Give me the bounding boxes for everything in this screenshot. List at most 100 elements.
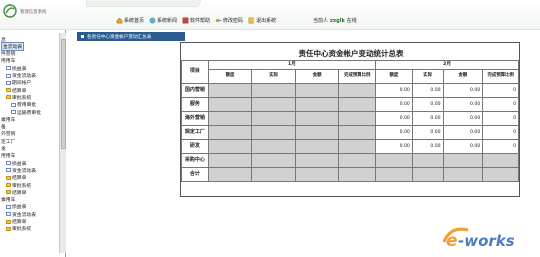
value-cell: 0.00 (442, 83, 484, 98)
redacted-cell (442, 167, 484, 182)
sidebar-item[interactable]: 审批系统 (6, 182, 32, 189)
sidebar-item-label: 资金流动表 (12, 168, 36, 174)
column-header: 金额 (442, 69, 484, 84)
column-header: 金额 (294, 69, 340, 84)
sidebar-item[interactable]: 资金流动表 (6, 167, 36, 174)
sidebar-item[interactable]: 用用车 (1, 153, 15, 159)
table-row: 采购中心 (181, 153, 519, 168)
sidebar-item[interactable]: 审批系统 (6, 94, 31, 101)
sidebar-item[interactable]: 用用车 (1, 58, 15, 64)
sidebar-item-label: 备 (1, 125, 6, 131)
user-prefix: 当前人 (313, 18, 329, 24)
exit-icon (248, 17, 254, 24)
tab-report[interactable]: 各责任中心资金帐户变动汇总表 (77, 32, 185, 41)
page-icon (6, 204, 11, 209)
month-header: 2月 (375, 60, 519, 70)
folder-icon (6, 95, 11, 100)
sidebar-item[interactable]: 损益表 (6, 65, 26, 72)
nav-exit-label: 退出系统 (256, 18, 277, 24)
redacted-cell (251, 167, 296, 182)
value-cell: 0 (482, 139, 519, 154)
redacted-cell (411, 167, 444, 182)
nav-news[interactable]: 系统新闻 (149, 17, 177, 24)
nav-help[interactable]: 软件帮助 (182, 17, 210, 24)
sidebar-item-label: 结算单 (12, 176, 27, 182)
watermark-e: e (446, 231, 458, 251)
sidebar-item[interactable]: 损益表 (6, 160, 26, 167)
table-row: 研发 0.00 0.00 0.00 0 (181, 139, 519, 154)
sidebar-item[interactable]: 备 (1, 124, 6, 130)
sidebar-item[interactable]: 费用审批 (11, 102, 36, 108)
nav-home[interactable]: 系统首页 (116, 17, 144, 24)
watermark-text: -works (458, 232, 515, 250)
sidebar-item[interactable]: 运输费审批 (11, 109, 41, 116)
sidebar-item-label: 资金流动表 (12, 212, 36, 218)
report-table: 项目 1月 2月 额度 实际 金额 完成预算比例 额度 实际 金额 完成预算比例 国内营销 0.00 0.… (181, 60, 519, 182)
redacted-cell (338, 153, 377, 168)
sidebar-item[interactable]: 资金流动表 (6, 211, 36, 218)
page-icon (6, 73, 11, 78)
sidebar-item-label: 审批系统 (12, 227, 32, 233)
sidebar-item[interactable]: 资金流动表 (6, 73, 36, 79)
redacted-cell (294, 167, 340, 182)
tab-label: 各责任中心资金帐户变动汇总表 (87, 34, 152, 40)
redacted-cell (207, 139, 253, 154)
value-cell: 0.00 (375, 111, 413, 126)
sidebar-item-label: 运输费审批 (17, 110, 41, 116)
sidebar-item[interactable]: 件营销 (1, 51, 15, 57)
sidebar-item[interactable]: 发 (1, 146, 6, 152)
sidebar-item[interactable]: 结算单 (6, 175, 26, 181)
sidebar-item-label: 外营销 (1, 132, 16, 138)
sidebar-item[interactable]: 外营销 (1, 131, 15, 137)
sidebar-item-label: 审批系统 (12, 183, 32, 189)
column-header: 实际 (411, 69, 444, 84)
value-cell: 0.00 (442, 97, 484, 112)
row-label: 海外营销 (181, 111, 209, 126)
folder-icon (6, 190, 11, 195)
value-cell: 0.00 (411, 139, 444, 154)
key-icon (215, 18, 222, 23)
row-label: 服务 (181, 97, 209, 112)
sidebar-item-label: 损益表 (12, 205, 27, 211)
sidebar-item[interactable]: 结算单 (6, 219, 26, 225)
sidebar-scrollbar[interactable] (59, 33, 66, 253)
row-label: 国内营销 (181, 83, 209, 98)
table-row: 服务 0.00 0.00 0.00 0 (181, 97, 519, 112)
sidebar-item[interactable]: 结算单 (6, 87, 26, 94)
nav-change-password-label: 修改密码 (223, 18, 244, 24)
sidebar-item-label: 乘用车 (1, 117, 16, 123)
sidebar-item[interactable]: 乘用车 (1, 116, 16, 123)
current-user: 当前人 zxglk 在线 (313, 17, 357, 24)
nav-change-password[interactable]: 修改密码 (215, 17, 243, 24)
value-cell: 0.00 (411, 97, 444, 112)
sidebar-item[interactable]: 审批系统 (6, 226, 31, 232)
nav-exit[interactable]: 退出系统 (248, 17, 276, 24)
sidebar-item[interactable]: 定工厂 (1, 138, 15, 145)
redacted-cell (294, 139, 340, 154)
value-cell: 0 (482, 125, 519, 140)
redacted-cell (294, 83, 340, 98)
redacted-cell (294, 153, 340, 168)
sidebar-item[interactable]: 结算单 (6, 189, 26, 196)
redacted-cell (375, 167, 413, 182)
row-header: 项目 (181, 60, 209, 84)
sidebar-item-label: 结算单 (12, 220, 27, 225)
sidebar-item-label: 用用车 (1, 154, 16, 160)
redacted-cell (207, 97, 253, 112)
sidebar-item[interactable]: 金流动表 (1, 41, 25, 51)
value-cell: 0.00 (411, 83, 444, 98)
header-decoration (86, 0, 201, 7)
scrollbar-thumb[interactable] (61, 39, 66, 149)
sidebar-item[interactable]: 损益表 (6, 204, 26, 210)
sidebar-item[interactable]: 期间帐户 (6, 80, 31, 86)
value-cell: 0.00 (375, 83, 413, 98)
value-cell: 0.00 (375, 97, 413, 112)
row-label: 规定工厂 (181, 125, 209, 140)
table-row: 合计 (181, 167, 519, 182)
redacted-cell (375, 153, 413, 168)
column-header: 完成预算比例 (338, 69, 377, 84)
sidebar-item[interactable]: 乘用车 (1, 197, 15, 203)
redacted-cell (411, 153, 444, 168)
redacted-cell (207, 111, 253, 126)
row-label: 研发 (181, 139, 209, 154)
